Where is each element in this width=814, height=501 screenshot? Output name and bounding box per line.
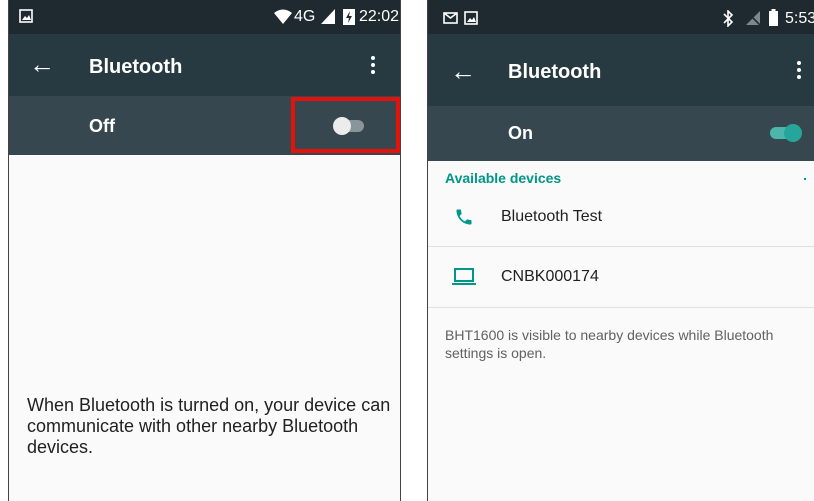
bluetooth-icon: [723, 10, 734, 27]
divider: [428, 307, 814, 308]
app-bar: ← Bluetooth: [9, 34, 400, 96]
laptop-icon: [452, 268, 476, 285]
image-icon: [19, 9, 33, 23]
available-devices-header: Available devices: [445, 170, 562, 186]
clock: 22:02: [359, 8, 400, 25]
wifi-icon: [274, 9, 292, 24]
toggle-thumb: [784, 124, 802, 142]
switch-label: Off: [89, 116, 115, 136]
bluetooth-switch-bar[interactable]: Off: [9, 96, 400, 155]
battery-icon: [769, 9, 778, 26]
device-name: CNBK000174: [501, 268, 599, 285]
signal-icon: [321, 9, 335, 24]
device-item[interactable]: CNBK000174: [428, 247, 814, 307]
phone-icon: [456, 209, 472, 225]
status-bar: 4G 22:02: [9, 0, 400, 34]
arrow-back-icon[interactable]: ←: [29, 51, 55, 77]
more-vert-icon[interactable]: [371, 56, 375, 77]
network-type: 4G: [294, 8, 316, 25]
right-screen: 5:53 ← Bluetooth On Available devices Bl…: [427, 0, 814, 501]
clock: 5:53: [785, 10, 814, 27]
email-icon: [443, 12, 458, 24]
device-name: Bluetooth Test: [501, 208, 603, 225]
page-title: Bluetooth: [508, 61, 602, 83]
device-item[interactable]: Bluetooth Test: [428, 187, 814, 247]
image-icon: [464, 11, 478, 25]
more-vert-icon[interactable]: [797, 61, 801, 82]
signal-icon: [746, 11, 760, 25]
bluetooth-switch-bar[interactable]: On: [428, 106, 814, 161]
status-bar: 5:53: [428, 0, 814, 34]
progress-indicator: [804, 178, 806, 180]
page-title: Bluetooth: [89, 56, 183, 78]
switch-label: On: [508, 123, 533, 143]
visibility-notice: BHT1600 is visible to nearby devices whi…: [445, 327, 774, 361]
app-bar: ← Bluetooth: [428, 34, 814, 106]
highlight-box: [291, 97, 400, 153]
battery-charging-icon: [343, 9, 355, 25]
left-screen: 4G 22:02 ← Bluetooth Off When Bluetooth …: [8, 0, 401, 501]
bluetooth-off-message: When Bluetooth is turned on, your device…: [27, 395, 391, 457]
arrow-back-icon[interactable]: ←: [450, 58, 476, 84]
